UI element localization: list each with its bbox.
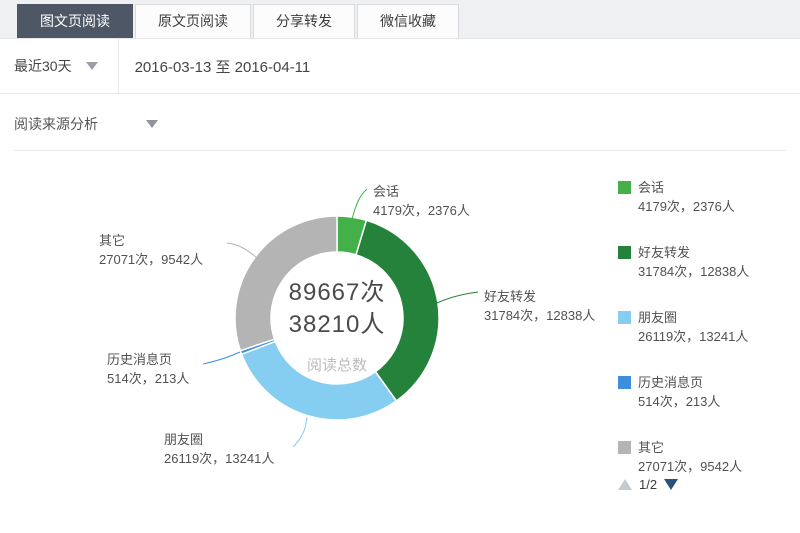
callout-label-friend-share: 好友转发 31784次，12838人: [484, 287, 595, 325]
pager-page-text: 1/2: [639, 477, 657, 492]
legend-label: 其它: [638, 439, 664, 456]
callout-value: 4179次，2376人: [373, 201, 470, 220]
legend-pager: 1/2: [618, 477, 678, 492]
tab-share-forward[interactable]: 分享转发: [253, 4, 355, 38]
callout-label-other: 其它 27071次，9542人: [99, 231, 203, 269]
callout-value: 27071次，9542人: [99, 250, 203, 269]
callout-line-history-page: [203, 352, 240, 364]
tab-original-page-reads[interactable]: 原文页阅读: [135, 4, 251, 38]
legend-value: 27071次，9542人: [618, 458, 793, 475]
legend-value: 514次，213人: [618, 393, 793, 410]
section-divider: [14, 150, 786, 151]
legend-item-friend-share[interactable]: 好友转发 31784次，12838人: [618, 244, 793, 280]
legend-label: 会话: [638, 179, 664, 196]
date-range-dropdown-label: 最近30天: [14, 56, 72, 76]
callout-value: 31784次，12838人: [484, 306, 595, 325]
pager-up-icon[interactable]: [618, 479, 632, 490]
legend-item-session[interactable]: 会话 4179次，2376人: [618, 179, 793, 215]
chart-legend: 会话 4179次，2376人 好友转发 31784次，12838人 朋友圈 26…: [618, 179, 793, 504]
donut-slice-2[interactable]: [242, 341, 397, 420]
callout-label-moments: 朋友圈 26119次，13241人: [164, 430, 274, 468]
legend-label: 好友转发: [638, 244, 690, 261]
donut-slices-group: [235, 216, 439, 420]
top-tab-bar: 图文页阅读 原文页阅读 分享转发 微信收藏: [0, 0, 800, 39]
callout-line-session: [352, 189, 367, 219]
callout-name: 朋友圈: [164, 430, 274, 449]
chevron-down-icon[interactable]: [146, 120, 158, 128]
legend-item-moments[interactable]: 朋友圈 26119次，13241人: [618, 309, 793, 345]
legend-value: 26119次，13241人: [618, 328, 793, 345]
section-header: 阅读来源分析: [0, 94, 800, 134]
section-title: 阅读来源分析: [14, 114, 98, 134]
callout-value: 26119次，13241人: [164, 449, 274, 468]
callout-name: 好友转发: [484, 287, 595, 306]
legend-swatch-icon: [618, 376, 631, 389]
legend-value: 4179次，2376人: [618, 198, 793, 215]
tab-wechat-favorites[interactable]: 微信收藏: [357, 4, 459, 38]
analytics-page: 图文页阅读 原文页阅读 分享转发 微信收藏 最近30天 2016-03-13 至…: [0, 0, 800, 533]
pager-down-icon[interactable]: [664, 479, 678, 490]
legend-swatch-icon: [618, 181, 631, 194]
callout-line-other: [227, 243, 257, 258]
legend-swatch-icon: [618, 246, 631, 259]
callout-value: 514次，213人: [107, 369, 189, 388]
callout-name: 历史消息页: [107, 350, 189, 369]
tab-image-text-page-reads[interactable]: 图文页阅读: [17, 4, 133, 38]
callout-label-history-page: 历史消息页 514次，213人: [107, 350, 189, 388]
callout-name: 会话: [373, 182, 470, 201]
date-range-dropdown[interactable]: 最近30天: [0, 56, 98, 76]
callout-line-friend-share: [437, 292, 478, 303]
callout-name: 其它: [99, 231, 203, 250]
legend-label: 历史消息页: [638, 374, 703, 391]
donut-slice-4[interactable]: [235, 216, 337, 351]
chevron-down-icon: [86, 62, 98, 70]
callout-label-session: 会话 4179次，2376人: [373, 182, 470, 220]
legend-item-history-page[interactable]: 历史消息页 514次，213人: [618, 374, 793, 410]
date-range-text: 2016-03-13 至 2016-04-11: [135, 56, 311, 77]
legend-swatch-icon: [618, 311, 631, 324]
filter-bar: 最近30天 2016-03-13 至 2016-04-11: [0, 39, 800, 94]
donut-slice-1[interactable]: [356, 220, 439, 401]
legend-swatch-icon: [618, 441, 631, 454]
filter-separator: [118, 39, 119, 93]
legend-item-other[interactable]: 其它 27071次，9542人: [618, 439, 793, 475]
legend-value: 31784次，12838人: [618, 263, 793, 280]
legend-label: 朋友圈: [638, 309, 677, 326]
callout-line-moments: [293, 417, 307, 447]
